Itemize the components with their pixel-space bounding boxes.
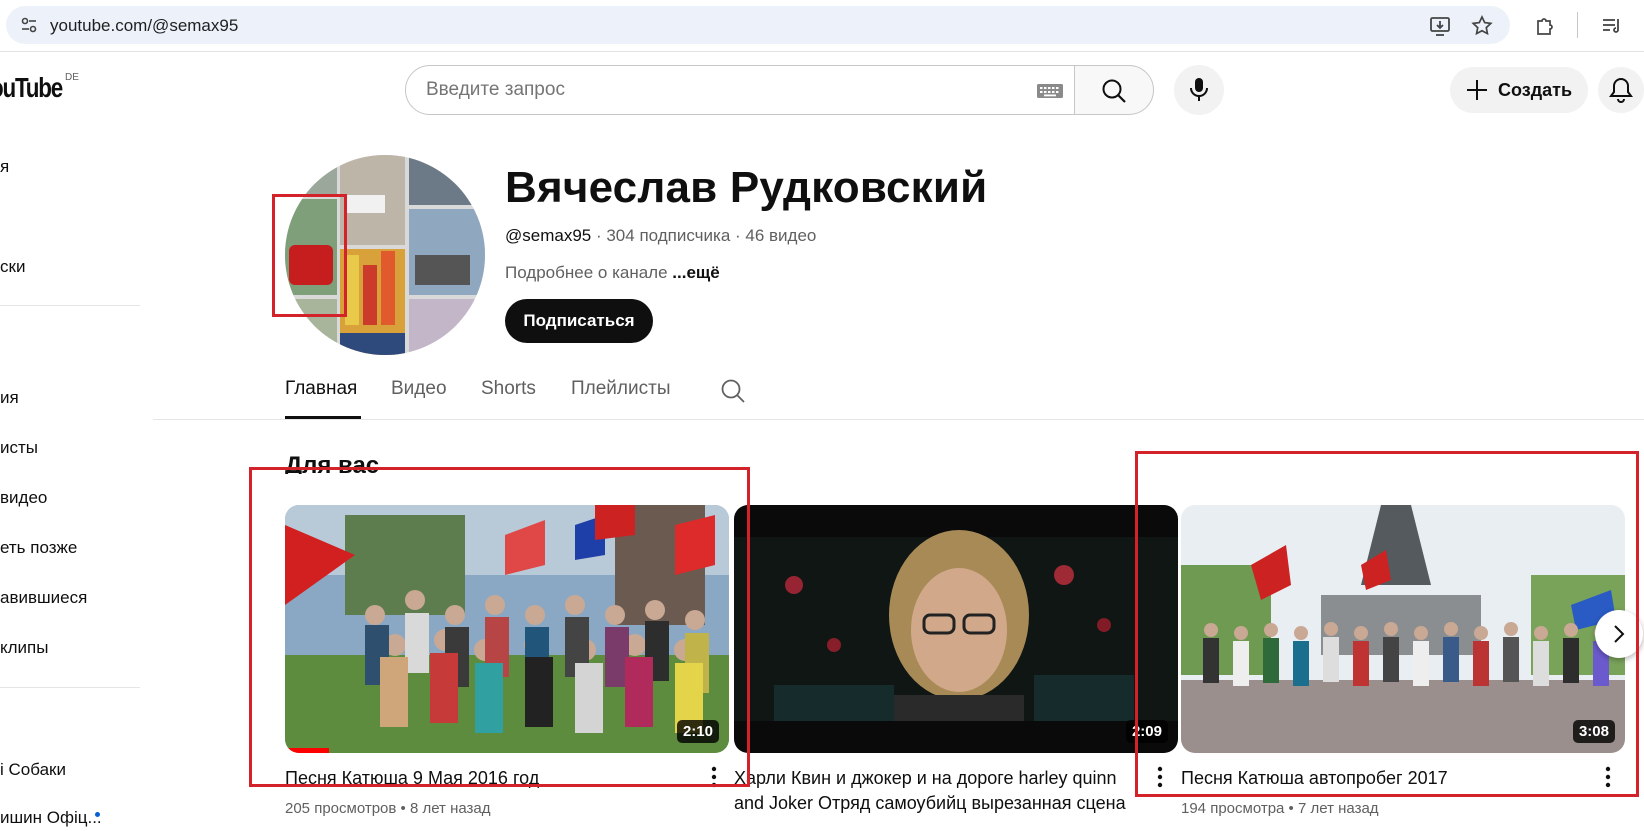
video-age: 8 лет назад	[409, 800, 491, 817]
install-app-icon[interactable]	[1429, 14, 1453, 38]
sidebar-item[interactable]: я	[0, 157, 9, 177]
annotation-box	[249, 467, 750, 787]
video-views: 194 просмотра	[1181, 800, 1285, 817]
sidebar-subscription[interactable]: ишин Офіц...	[0, 808, 102, 828]
video-thumbnail[interactable]: 2:09	[734, 505, 1178, 753]
address-bar[interactable]: youtube.com/@semax95	[6, 6, 1510, 44]
url-text[interactable]: youtube.com/@semax95	[50, 16, 238, 36]
channel-name: Вячеслав Рудковский	[505, 163, 988, 212]
video-age: 7 лет назад	[1297, 800, 1379, 817]
sidebar-item[interactable]: ия	[0, 388, 19, 408]
new-content-dot	[95, 812, 100, 817]
search-icon	[1102, 79, 1126, 103]
voice-search-button[interactable]	[1174, 65, 1224, 115]
search-input[interactable]	[426, 78, 986, 102]
tabs-divider	[153, 419, 1644, 420]
sidebar-item[interactable]: ски	[0, 257, 25, 277]
subscribe-button[interactable]: Подписаться	[505, 299, 653, 343]
channel-description[interactable]: Подробнее о канале ...ещё	[505, 263, 720, 283]
create-button[interactable]: Создать	[1450, 67, 1588, 113]
sidebar-subscription[interactable]: і Собаки	[0, 760, 66, 780]
sidebar-item[interactable]: исты	[0, 438, 38, 458]
bookmark-star-icon[interactable]	[1470, 14, 1494, 38]
description-more-link[interactable]: ...ещё	[672, 263, 719, 282]
search-button[interactable]	[1074, 65, 1154, 115]
annotation-box	[1135, 451, 1639, 797]
extensions-icon[interactable]	[1533, 14, 1557, 38]
sidebar-divider	[0, 305, 140, 306]
browser-toolbar: youtube.com/@semax95	[0, 0, 1644, 52]
channel-handle: @semax95	[505, 226, 592, 245]
tab-playlists[interactable]: Плейлисты	[571, 378, 670, 400]
plus-icon	[1467, 80, 1487, 100]
sidebar-item[interactable]: клипы	[0, 638, 48, 658]
sidebar-item[interactable]: видео	[0, 488, 47, 508]
microphone-icon	[1190, 78, 1208, 101]
bell-icon	[1609, 77, 1633, 103]
video-meta: 194 просмотра • 7 лет назад	[1181, 800, 1379, 817]
annotation-box	[272, 194, 347, 317]
search-box[interactable]	[405, 65, 1075, 115]
region-code: DE	[65, 72, 79, 83]
youtube-logo[interactable]: ouTube	[0, 72, 63, 104]
site-info-icon[interactable]	[20, 16, 38, 34]
keyboard-icon[interactable]	[1036, 81, 1064, 101]
video-title[interactable]: Харли Квин и джокер и на дороге harley q…	[734, 766, 1144, 816]
tab-videos[interactable]: Видео	[391, 378, 447, 400]
channel-meta: @semax95 · 304 подписчика · 46 видео	[505, 226, 816, 246]
notifications-button[interactable]	[1598, 67, 1644, 113]
sidebar-item[interactable]: еть позже	[0, 538, 77, 558]
sidebar-item[interactable]: авившиеся	[0, 588, 87, 608]
tab-shorts[interactable]: Shorts	[481, 378, 536, 400]
channel-stats: · 304 подписчика · 46 видео	[591, 226, 817, 245]
channel-description-text: Подробнее о канале	[505, 263, 673, 282]
video-meta: 205 просмотров • 8 лет назад	[285, 800, 491, 817]
channel-search-icon[interactable]	[720, 378, 746, 404]
tab-home[interactable]: Главная	[285, 378, 357, 400]
reading-list-icon[interactable]	[1600, 14, 1624, 38]
toolbar-divider	[1577, 12, 1578, 38]
sidebar-divider	[0, 687, 140, 688]
create-label: Создать	[1498, 80, 1573, 100]
video-views: 205 просмотров	[285, 800, 397, 817]
